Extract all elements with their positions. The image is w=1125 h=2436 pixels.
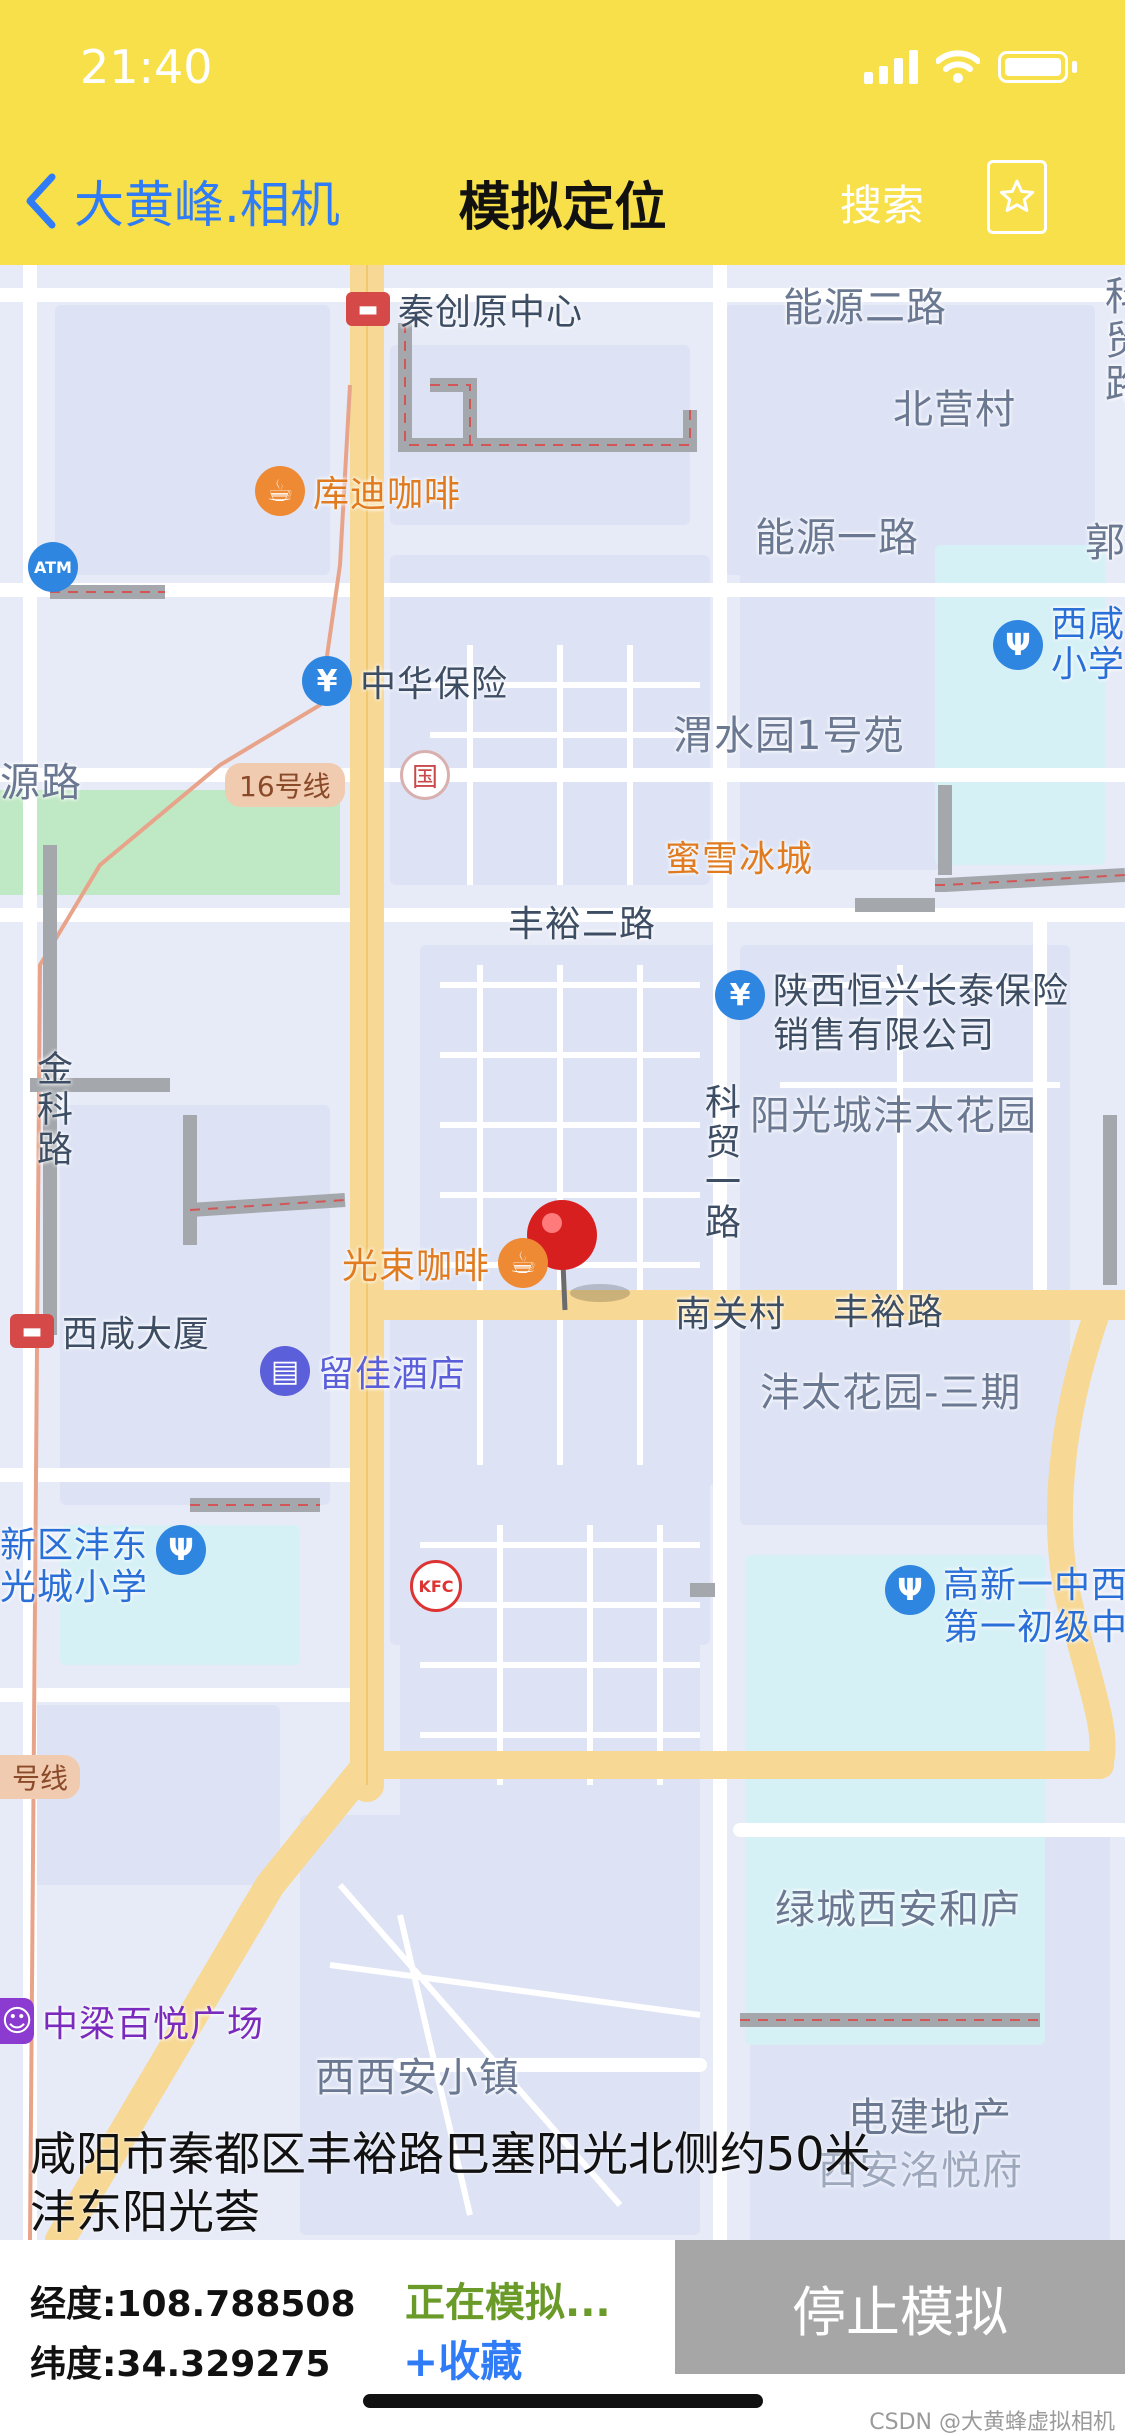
app-root: 21:40 大黄峰.相机 模拟定位 搜索 ▬ 秦创原中心 能源二路 科贸路 北营… (0, 0, 1125, 2436)
road-label-kemao: 科贸路 (1098, 275, 1125, 407)
poi-xixian-school[interactable]: Ψ 西咸小学 (993, 605, 1125, 685)
add-favorite-button[interactable]: +收藏 (403, 2328, 522, 2389)
map-view[interactable]: ▬ 秦创原中心 能源二路 科贸路 北营村 ☕ 库迪咖啡 能源一路 郭 ATM Ψ… (0, 265, 1125, 2240)
poi-kudi-coffee[interactable]: ☕ 库迪咖啡 (255, 465, 461, 517)
place-label-dianjian: 电建地产 (848, 2095, 1012, 2141)
star-icon (999, 179, 1035, 212)
atm-icon: ATM (28, 542, 78, 592)
place-label-beiying: 北营村 (893, 387, 1016, 433)
poi-fengdong-school[interactable]: Ψ 新区沣东 光城小学 (0, 1525, 207, 1609)
coffee-icon: ☕ (498, 1238, 549, 1288)
poi-gaoxin-school[interactable]: Ψ 高新一中西 第一初级中 (885, 1565, 1125, 1649)
place-label-weishui: 渭水园1号苑 (673, 713, 905, 759)
road-label-nengyuan1: 能源一路 (755, 515, 919, 561)
latitude-value: 纬度:34.329275 (30, 2344, 331, 2385)
poi-atm[interactable]: ATM (28, 542, 78, 592)
finance-icon: ¥ (302, 656, 352, 706)
poi-zhongliang-plaza[interactable]: ☺ 中梁百悦广场 (0, 1995, 264, 2047)
place-label-nanguan: 南关村 (675, 1294, 787, 1335)
simulation-status: 正在模拟... (405, 2280, 611, 2326)
place-label-xixian-town: 西西安小镇 (315, 2055, 520, 2101)
finance-icon: ¥ (715, 970, 765, 1020)
map-canvas (0, 265, 1125, 2240)
poi-label-mixue[interactable]: 蜜雪冰城 (665, 830, 813, 882)
favorite-list-button[interactable] (987, 160, 1047, 234)
shopping-icon: ☺ (0, 1998, 34, 2044)
poi-xixian-building[interactable]: ▬ 西咸大厦 (10, 1305, 210, 1357)
road-label-jinke: 金科路 (31, 1050, 72, 1170)
longitude-value: 经度:108.788508 (30, 2284, 356, 2325)
watermark: CSDN @大黄蜂虚拟相机 (869, 2410, 1115, 2435)
address-line2: 沣东阳光荟 (30, 2185, 260, 2239)
school-icon: Ψ (885, 1565, 935, 1615)
school-icon: Ψ (156, 1525, 207, 1575)
battery-tip (1072, 61, 1077, 73)
place-label-lvcheng: 绿城西安和庐 (775, 1887, 1021, 1933)
poi-zhonghua-insurance[interactable]: ¥ 中华保险 (302, 655, 508, 707)
kfc-icon[interactable]: KFC (410, 1560, 462, 1612)
poi-qinchuangyuan[interactable]: ▬ 秦创原中心 (346, 283, 583, 335)
school-icon: Ψ (993, 620, 1043, 670)
road-label-nengyuan2: 能源二路 (783, 285, 947, 331)
road-label-yuan: 源路 (0, 760, 82, 806)
coffee-icon: ☕ (255, 466, 305, 516)
page-title: 模拟定位 (458, 178, 667, 238)
place-label-yangguang: 阳光城沣太花园 (750, 1093, 1037, 1139)
metro-line-badge: 号线 (0, 1755, 81, 1799)
road-label-fengyu2: 丰裕二路 (508, 904, 657, 945)
poi-hengxing-insurance[interactable]: ¥ 陕西恒兴长泰保险 销售有限公司 (715, 970, 1069, 1058)
road-label-kemao1: 科贸一路 (699, 1083, 740, 1243)
government-icon[interactable]: 国 (400, 750, 450, 800)
poi-guangshu-coffee[interactable]: ☕ 光束咖啡 (342, 1237, 549, 1289)
signal-icon (864, 50, 918, 84)
wifi-icon (936, 50, 980, 83)
place-label-guo: 郭 (1085, 520, 1125, 566)
home-indicator[interactable] (363, 2394, 763, 2408)
status-icons (864, 50, 1077, 84)
road-label-fengyu: 丰裕路 (833, 1292, 945, 1333)
address-line1: 咸阳市秦都区丰裕路巴塞阳光北侧约50米 (30, 2127, 871, 2181)
search-button[interactable]: 搜索 (840, 172, 924, 233)
place-label-fengtai3: 沣太花园-三期 (760, 1370, 1022, 1416)
hotel-icon: ▤ (260, 1346, 310, 1396)
stop-simulation-button[interactable]: 停止模拟 (675, 2240, 1125, 2374)
status-time: 21:40 (80, 40, 213, 94)
battery-icon (998, 51, 1068, 83)
address-text: 咸阳市秦都区丰裕路巴塞阳光北侧约50米 沣东阳光荟 (30, 2125, 871, 2241)
metro-line-16-badge: 16号线 (225, 763, 345, 807)
nav-header: 21:40 大黄峰.相机 模拟定位 搜索 (0, 0, 1125, 265)
poi-liujia-hotel[interactable]: ▤ 留佳酒店 (260, 1345, 466, 1397)
